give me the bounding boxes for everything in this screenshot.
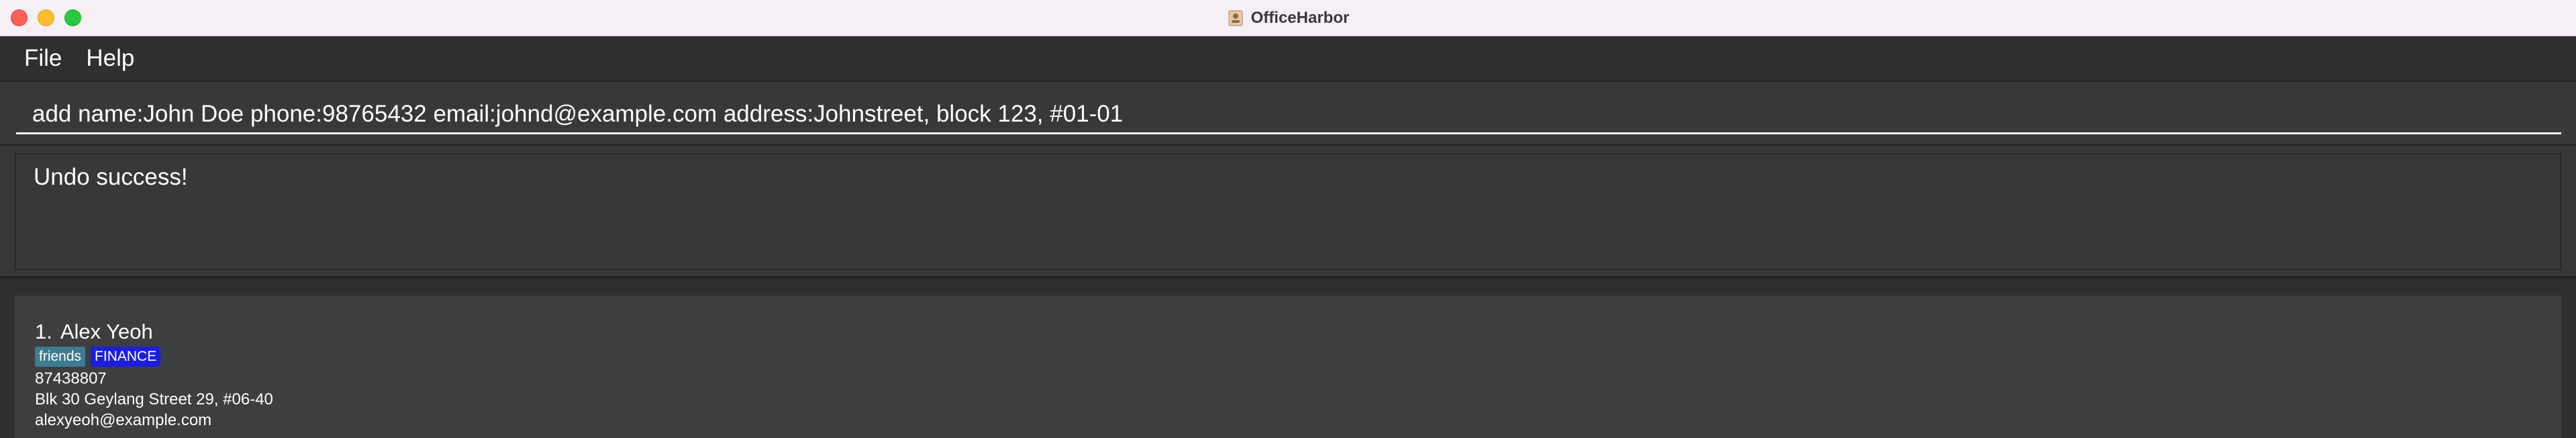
- person-tags: friends FINANCE: [35, 347, 2561, 367]
- menu-help[interactable]: Help: [86, 45, 134, 72]
- title-bar[interactable]: OfficeHarbor: [0, 0, 2576, 36]
- command-input[interactable]: [16, 95, 2561, 134]
- person-name: Alex Yeoh: [60, 320, 153, 343]
- result-message: Undo success!: [34, 164, 188, 190]
- person-name-row: 1. Alex Yeoh: [35, 320, 2561, 344]
- tag-finance: FINANCE: [91, 347, 161, 367]
- command-box-panel: [0, 82, 2576, 145]
- result-display[interactable]: Undo success!: [15, 153, 2561, 270]
- contact-card-icon: [1227, 9, 1244, 27]
- app-window: OfficeHarbor File Help Undo success! 1. …: [0, 0, 2576, 438]
- person-index: 1.: [35, 320, 52, 343]
- window-title-group: OfficeHarbor: [0, 0, 2576, 36]
- menu-file[interactable]: File: [24, 45, 62, 72]
- person-address: Blk 30 Geylang Street 29, #06-40: [35, 390, 273, 408]
- person-phone: 87438807: [35, 369, 107, 388]
- person-list[interactable]: 1. Alex Yeoh friends FINANCE 87438807 Bl…: [0, 281, 2576, 438]
- person-email: alexyeoh@example.com: [35, 411, 212, 429]
- tag-friends: friends: [35, 347, 86, 367]
- menu-bar: File Help: [0, 36, 2576, 82]
- window-title: OfficeHarbor: [1250, 8, 1350, 27]
- result-display-panel: Undo success!: [0, 146, 2576, 278]
- person-card[interactable]: 1. Alex Yeoh friends FINANCE 87438807 Bl…: [15, 296, 2561, 438]
